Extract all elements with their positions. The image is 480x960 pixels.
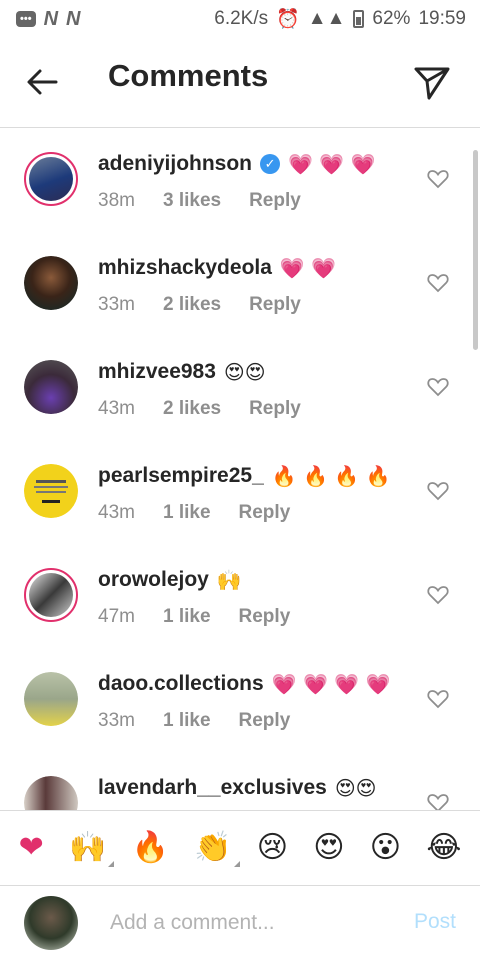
reply-button[interactable]: Reply [249,190,301,212]
comment-text: 😍😍 [334,776,377,800]
status-left: ••• N N [16,8,80,31]
battery-icon [353,10,365,28]
comment-item: adeniyijohnson ✓ 💗 💗 💗 38m 3 likes Reply [0,130,480,234]
comment-composer: Post [0,886,480,960]
wifi-signal-icon: ▲▲ [307,8,346,29]
comment-time: 33m [98,710,135,731]
comment-item: mhizshackydeola 💗 💗 33m 2 likes Reply [0,234,480,338]
comment-text: 🔥 🔥 🔥 🔥 [271,464,391,488]
send-icon[interactable] [412,62,452,102]
comment-item: pearlsempire25_ 🔥 🔥 🔥 🔥 43m 1 like Reply [0,442,480,546]
reply-button[interactable]: Reply [249,294,301,316]
comment-time: 43m [98,502,135,523]
comment-time: 47m [98,606,135,627]
status-bar: ••• N N 6.2K/s ⏰ ▲▲ 62% 19:59 [0,0,480,38]
comment-item: daoo.collections 💗 💗 💗 💗 33m 1 like Repl… [0,650,480,754]
heart-outline-icon[interactable] [426,270,450,294]
comment-item: mhizvee983 😍😍 43m 2 likes Reply [0,338,480,442]
comment-likes[interactable]: 2 likes [163,398,221,420]
avatar[interactable] [24,568,78,622]
avatar[interactable] [24,152,78,206]
comment-username[interactable]: mhizshackydeola [98,256,272,280]
laughing-face-reaction-button[interactable]: 😂 [426,833,461,863]
avatar[interactable] [24,776,78,810]
heart-reaction-button[interactable]: ❤ [19,833,44,863]
comment-list[interactable]: adeniyijohnson ✓ 💗 💗 💗 38m 3 likes Reply… [0,130,480,810]
comment-text: 😍😍 [223,360,266,384]
user-avatar [24,896,78,950]
comment-username[interactable]: orowolejoy [98,568,209,592]
alarm-icon: ⏰ [276,9,300,30]
comment-item: orowolejoy 🙌 47m 1 like Reply [0,546,480,650]
comment-text: 🙌 [216,568,242,592]
clock: 19:59 [418,8,466,29]
quick-reactions-bar: ❤ 🙌 🔥 👏 😢 😍 😮 😂 [0,810,480,886]
comment-username[interactable]: mhizvee983 [98,360,216,384]
chat-icon: ••• [16,11,36,27]
comment-time: 33m [98,294,135,315]
reply-button[interactable]: Reply [239,710,291,732]
comment-username[interactable]: lavendarh__exclusives [98,776,327,800]
heart-outline-icon[interactable] [426,582,450,606]
crying-face-reaction-button[interactable]: 😢 [257,833,288,863]
scrollbar[interactable] [473,150,478,350]
comment-time: 43m [98,398,135,419]
comment-likes[interactable]: 3 likes [163,190,221,212]
comment-text: 💗 💗 💗 [288,152,376,176]
heart-outline-icon[interactable] [426,478,450,502]
heart-outline-icon[interactable] [426,166,450,190]
heart-outline-icon[interactable] [426,790,450,810]
comment-likes[interactable]: 1 like [163,606,211,628]
comment-likes[interactable]: 1 like [163,502,211,524]
network-speed: 6.2K/s [214,8,269,29]
comment-likes[interactable]: 1 like [163,710,211,732]
verified-badge-icon: ✓ [260,154,281,174]
raised-hands-reaction-button[interactable]: 🙌 [69,833,115,867]
comment-text: 💗 💗 💗 💗 [271,672,391,696]
page-title: Comments [108,58,269,93]
reply-button[interactable]: Reply [239,606,291,628]
status-right: 6.2K/s ⏰ ▲▲ 62% 19:59 [214,7,466,31]
avatar[interactable] [24,672,78,726]
avatar[interactable] [24,464,78,518]
comment-item: lavendarh__exclusives 😍😍 [0,754,480,810]
avatar[interactable] [24,360,78,414]
heart-eyes-reaction-button[interactable]: 😍 [313,833,344,863]
reply-button[interactable]: Reply [239,502,291,524]
notification-n-icon: N [66,7,81,30]
back-arrow-icon[interactable] [22,62,62,102]
notification-n-icon: N [43,7,59,30]
comment-likes[interactable]: 2 likes [163,294,221,316]
avatar[interactable] [24,256,78,310]
comment-username[interactable]: pearlsempire25_ [98,464,264,488]
comment-input[interactable] [108,904,392,942]
header: Comments [0,38,480,128]
surprised-face-reaction-button[interactable]: 😮 [370,833,401,863]
comment-time: 38m [98,190,135,211]
reply-button[interactable]: Reply [249,398,301,420]
comment-username[interactable]: daoo.collections [98,672,264,696]
comment-username[interactable]: adeniyijohnson [98,152,252,176]
comment-text: 💗 💗 [279,256,337,280]
post-button[interactable]: Post [414,910,456,934]
heart-outline-icon[interactable] [426,374,450,398]
fire-reaction-button[interactable]: 🔥 [132,833,169,863]
heart-outline-icon[interactable] [426,686,450,710]
battery-percent: 62% [372,8,411,29]
clap-reaction-button[interactable]: 👏 [194,833,240,867]
